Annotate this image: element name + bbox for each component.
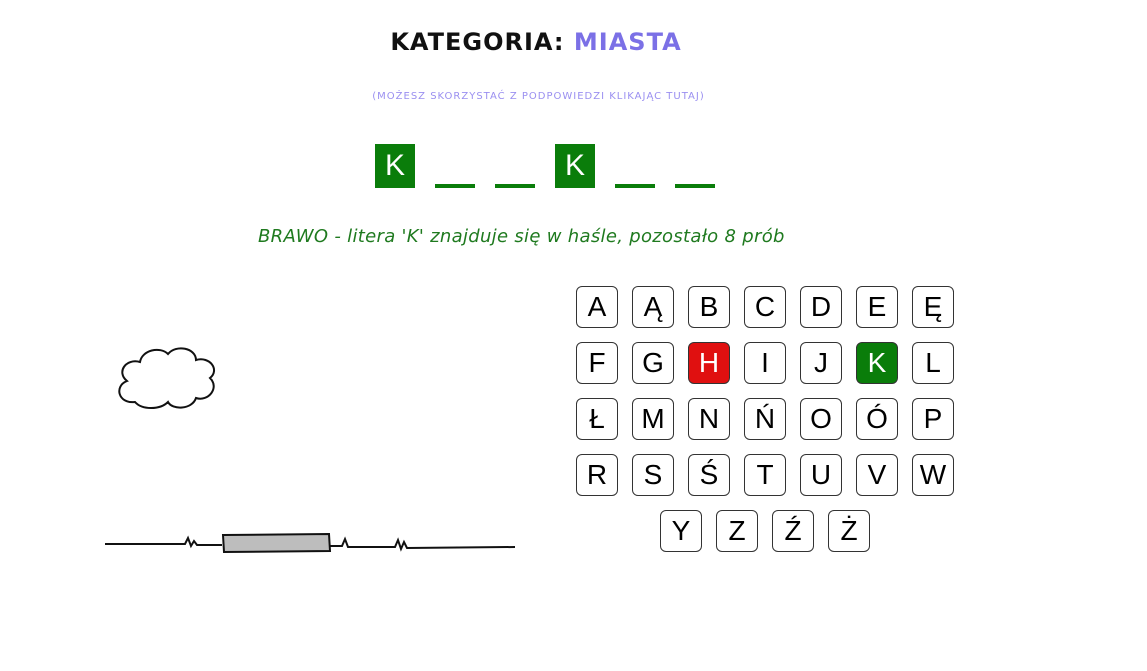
wooden-plank bbox=[221, 532, 332, 554]
hangman-scene bbox=[105, 347, 516, 554]
cloud-icon bbox=[118, 347, 215, 409]
